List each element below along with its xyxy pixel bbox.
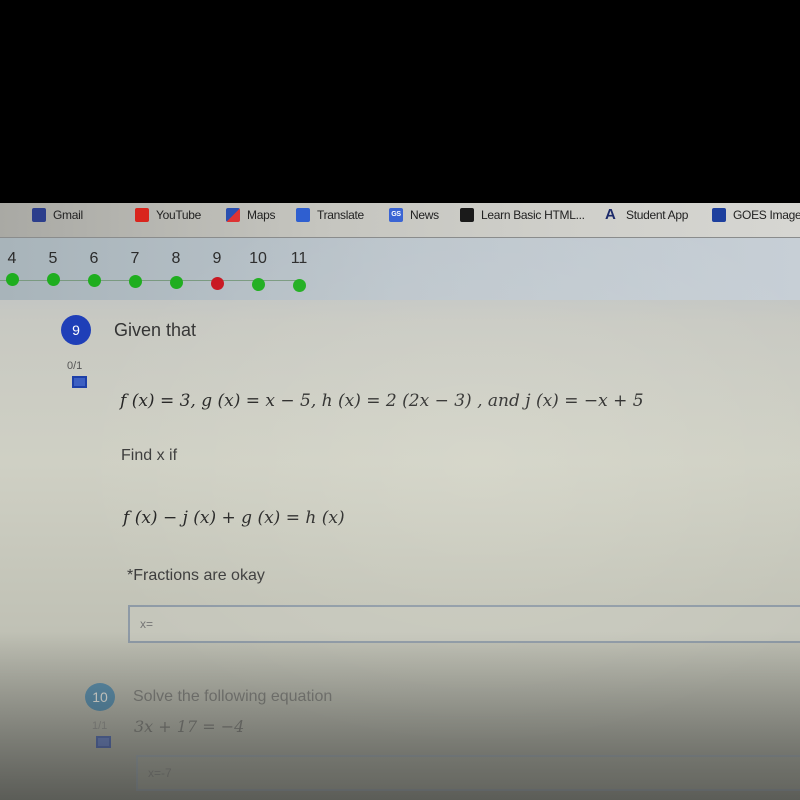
bookmark-label: News (410, 208, 439, 222)
nav-dot-correct[interactable] (129, 275, 142, 288)
bookmark-label: YouTube (156, 208, 202, 222)
nav-number[interactable]: 7 (123, 250, 147, 268)
bookmark-label: Learn Basic HTML... (481, 208, 585, 222)
nav-dot-correct[interactable] (252, 278, 265, 291)
youtube-icon (135, 208, 149, 222)
nav-dot-correct[interactable] (6, 273, 19, 286)
bookmark-label: Translate (317, 208, 364, 222)
bookmark-maps[interactable]: Maps (226, 208, 275, 222)
question-number-badge: 10 (85, 683, 115, 711)
student-app-icon: A (605, 206, 616, 223)
equation: f (x) − j (x) + g (x) = h (x) (123, 508, 345, 528)
nav-number[interactable]: 5 (41, 250, 65, 268)
answer-field[interactable] (128, 605, 800, 643)
answer-input[interactable] (130, 607, 800, 641)
question-navigator (0, 238, 800, 300)
bookmark-learn-basic-html[interactable]: Learn Basic HTML... (460, 208, 585, 222)
nav-number[interactable]: 11 (287, 250, 311, 268)
nav-number[interactable]: 6 (82, 250, 106, 268)
question-prompt: Find x if (121, 447, 178, 464)
bookmark-youtube[interactable]: YouTube (135, 208, 201, 222)
translate-icon (296, 208, 310, 222)
maps-icon (226, 208, 240, 222)
nav-dot-correct[interactable] (88, 274, 101, 287)
bookmark-label: Maps (247, 208, 276, 222)
camera-black-area (0, 0, 800, 205)
question-title: Solve the following equation (133, 688, 333, 705)
nav-dot-correct[interactable] (170, 276, 183, 289)
equation: 3x + 17 = −4 (134, 717, 245, 736)
nav-number[interactable]: 9 (205, 250, 229, 268)
news-icon: GS (389, 208, 403, 222)
answer-field[interactable] (136, 755, 800, 791)
nav-number[interactable]: 10 (246, 250, 270, 268)
question-title: Given that (114, 320, 197, 340)
question-score: 1/1 (92, 720, 108, 732)
question-note: *Fractions are okay (127, 567, 265, 584)
nav-dot-correct[interactable] (293, 279, 306, 292)
bookmark-label: Student App (626, 208, 689, 222)
learn-icon (460, 208, 474, 222)
bookmark-label: GOES Image (733, 208, 800, 222)
bookmarks-bar: Gmail YouTube Maps Translate GS News Lea… (0, 203, 800, 238)
given-functions: f (x) = 3, g (x) = x − 5, h (x) = 2 (2x … (120, 391, 644, 411)
goes-icon (712, 208, 726, 222)
question-score: 0/1 (67, 360, 83, 372)
bookmark-student-app[interactable]: A Student App (605, 206, 689, 223)
question-number-badge: 9 (61, 315, 91, 345)
bookmark-goes-image[interactable]: GOES Image (712, 208, 800, 222)
comment-icon[interactable] (96, 736, 111, 748)
nav-dot-correct[interactable] (47, 273, 60, 286)
nav-number[interactable]: 8 (164, 250, 188, 268)
answer-input[interactable] (138, 757, 800, 789)
nav-number[interactable]: 4 (0, 250, 24, 268)
bookmark-news[interactable]: GS News (389, 208, 439, 222)
nav-dot-incorrect[interactable] (211, 277, 224, 290)
bookmark-gmail[interactable]: Gmail (32, 208, 83, 222)
bookmark-translate[interactable]: Translate (296, 208, 364, 222)
gmail-icon (32, 208, 46, 222)
bookmark-label: Gmail (53, 208, 83, 222)
comment-icon[interactable] (72, 376, 87, 388)
